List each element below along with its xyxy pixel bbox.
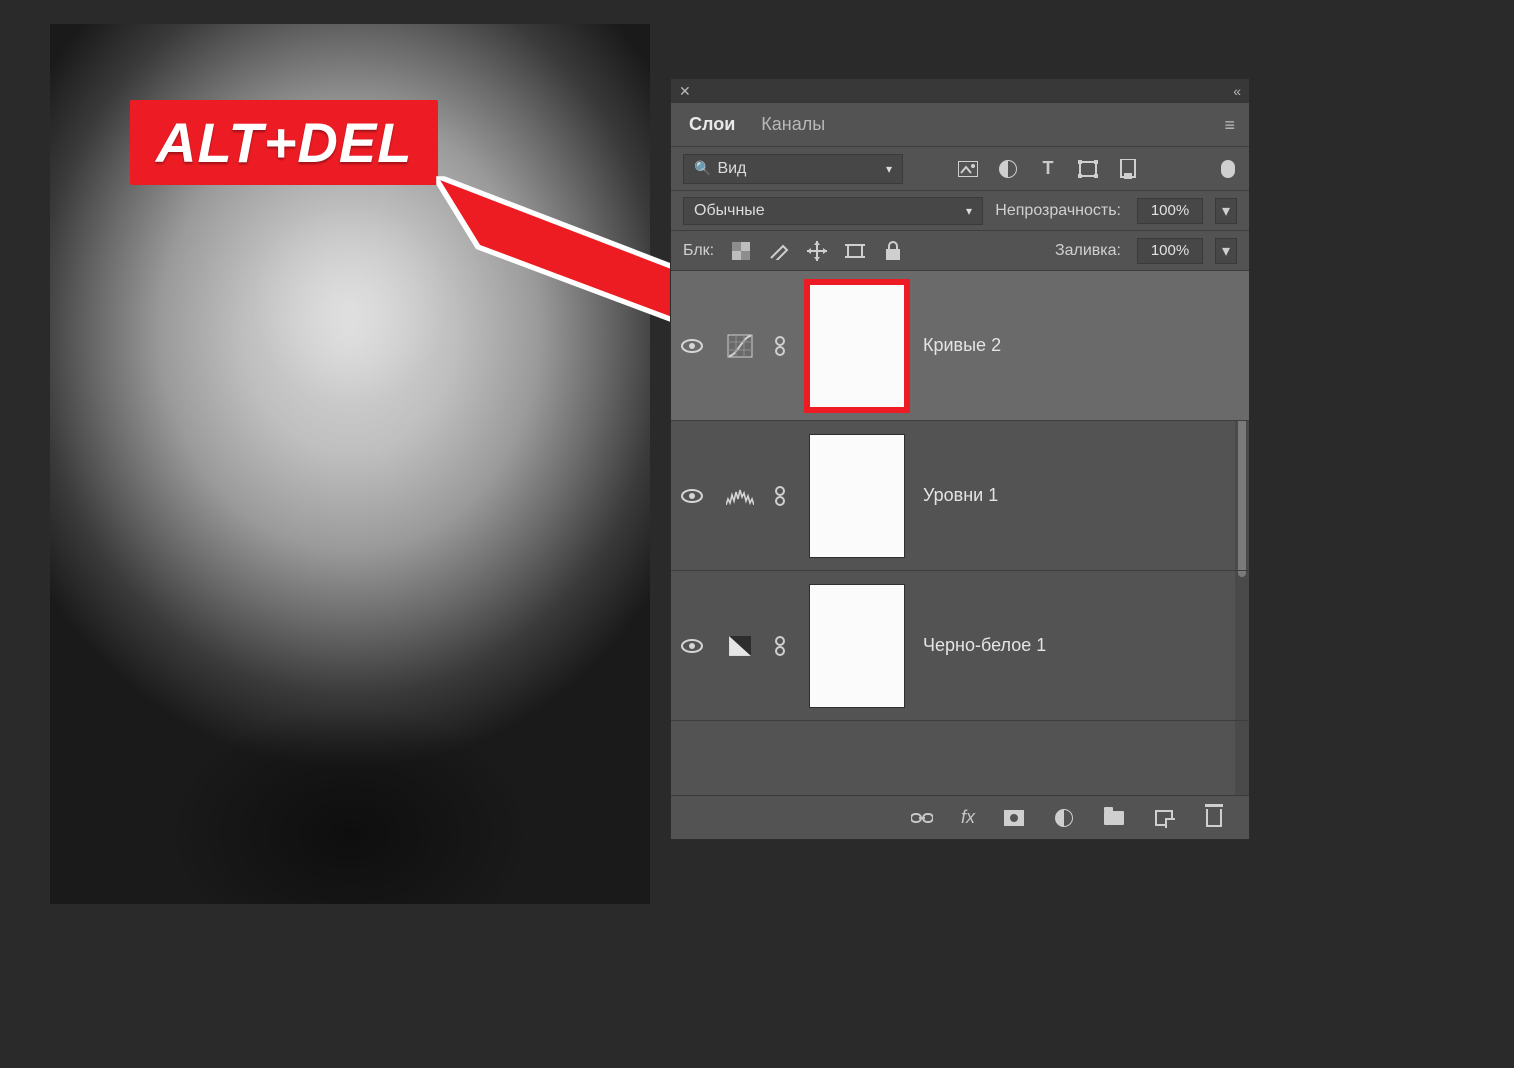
fill-value[interactable]: 100%: [1137, 238, 1203, 264]
fill-label: Заливка:: [1055, 242, 1121, 260]
filter-kind-label: Вид: [717, 160, 746, 177]
collapse-icon[interactable]: «: [1233, 83, 1241, 99]
filter-adjust-icon[interactable]: [997, 158, 1019, 180]
filter-text-icon[interactable]: T: [1037, 158, 1059, 180]
filter-pixel-icon[interactable]: [957, 158, 979, 180]
layer-fx-icon[interactable]: fx: [961, 807, 975, 828]
chevron-down-icon: ▾: [966, 204, 972, 218]
new-layer-icon[interactable]: [1153, 807, 1175, 829]
visibility-icon[interactable]: [681, 338, 707, 354]
filter-smart-icon[interactable]: [1117, 158, 1139, 180]
new-adjustment-icon[interactable]: [1053, 807, 1075, 829]
lock-row: Блк: Заливка: 100% ▾: [671, 231, 1249, 271]
mask-link-icon[interactable]: [773, 485, 791, 507]
blend-mode-label: Обычные: [694, 202, 765, 220]
layer-name[interactable]: Кривые 2: [923, 335, 1001, 356]
bw-adjustment-icon[interactable]: [725, 634, 755, 658]
link-layers-icon[interactable]: [911, 807, 933, 829]
opacity-label: Непрозрачность:: [995, 202, 1121, 220]
close-icon[interactable]: ✕: [679, 83, 691, 100]
lock-all-icon[interactable]: [882, 240, 904, 262]
layer-row[interactable]: Уровни 1: [671, 421, 1249, 571]
search-icon: 🔍: [694, 160, 711, 176]
blend-row: Обычные ▾ Непрозрачность: 100% ▾: [671, 191, 1249, 231]
panel-bottom-toolbar: fx: [671, 795, 1249, 839]
lock-icons: [730, 240, 904, 262]
filter-shape-icon[interactable]: [1077, 158, 1099, 180]
layer-mask-thumbnail[interactable]: [809, 584, 905, 708]
blend-mode-dropdown[interactable]: Обычные ▾: [683, 197, 983, 225]
lock-transparent-icon[interactable]: [730, 240, 752, 262]
lock-position-icon[interactable]: [806, 240, 828, 262]
delete-layer-icon[interactable]: [1203, 807, 1225, 829]
new-group-icon[interactable]: [1103, 807, 1125, 829]
visibility-icon[interactable]: [681, 488, 707, 504]
filter-toggle[interactable]: [1221, 160, 1235, 178]
chevron-down-icon: ▾: [886, 162, 892, 176]
fill-stepper[interactable]: ▾: [1215, 238, 1237, 264]
layer-mask-thumbnail[interactable]: [809, 284, 905, 408]
layer-mask-thumbnail[interactable]: [809, 434, 905, 558]
layer-name[interactable]: Уровни 1: [923, 485, 998, 506]
lock-label: Блк:: [683, 242, 714, 260]
panel-tabs: Слои Каналы ≡: [671, 103, 1249, 147]
mask-link-icon[interactable]: [773, 335, 791, 357]
mask-link-icon[interactable]: [773, 635, 791, 657]
opacity-value[interactable]: 100%: [1137, 198, 1203, 224]
visibility-icon[interactable]: [681, 638, 707, 654]
lock-pixels-icon[interactable]: [768, 240, 790, 262]
tab-channels[interactable]: Каналы: [757, 104, 829, 145]
layers-panel: ✕ « Слои Каналы ≡ 🔍Вид ▾ T Обычн: [670, 78, 1250, 840]
layer-row[interactable]: Кривые 2: [671, 271, 1249, 421]
add-mask-icon[interactable]: [1003, 807, 1025, 829]
layers-list: Кривые 2 Уровни 1: [671, 271, 1249, 795]
opacity-stepper[interactable]: ▾: [1215, 198, 1237, 224]
panel-menu-icon[interactable]: ≡: [1224, 115, 1235, 136]
levels-adjustment-icon[interactable]: [725, 484, 755, 508]
lock-artboard-icon[interactable]: [844, 240, 866, 262]
tab-layers[interactable]: Слои: [685, 104, 739, 145]
panel-topbar: ✕ «: [671, 79, 1249, 103]
layer-name[interactable]: Черно-белое 1: [923, 635, 1046, 656]
layer-row[interactable]: Черно-белое 1: [671, 571, 1249, 721]
filter-icons: T: [957, 158, 1139, 180]
curves-adjustment-icon[interactable]: [725, 334, 755, 358]
filter-kind-dropdown[interactable]: 🔍 Вид ▾: [683, 154, 903, 184]
shortcut-badge: ALT+DEL: [130, 100, 438, 185]
filter-row: 🔍 Вид ▾ T: [671, 147, 1249, 191]
